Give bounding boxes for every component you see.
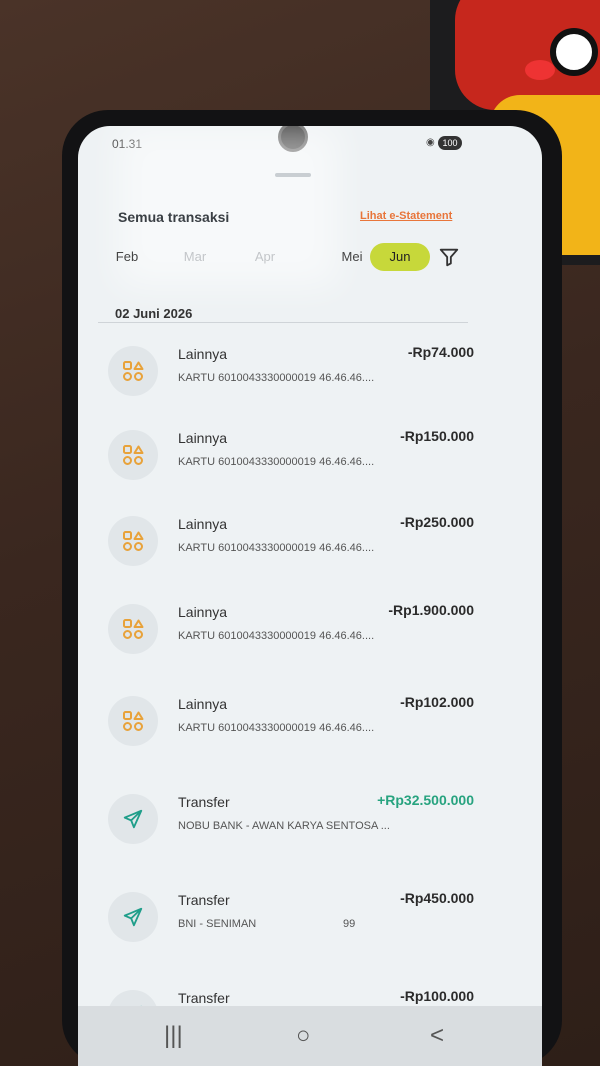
date-section-header: 02 Juni 2026 — [115, 306, 193, 321]
apps-icon — [123, 711, 144, 731]
battery-icon: 100 — [438, 136, 462, 150]
transaction-description: KARTU 6010043330000019 46.46.46.... — [178, 542, 375, 554]
tab-month-jun[interactable]: Jun — [370, 243, 430, 271]
transaction-category: Transfer — [178, 990, 230, 1006]
transaction-category: Lainnya — [178, 430, 228, 446]
transaction-note: 99 — [343, 918, 356, 930]
transaction-category: Lainnya — [178, 604, 228, 620]
system-nav-bar: ||| ○ < — [78, 1006, 542, 1066]
recents-button[interactable]: ||| — [164, 1022, 183, 1050]
apps-icon — [123, 445, 144, 465]
sheet-drag-handle[interactable] — [275, 173, 311, 177]
transaction-row[interactable]: Transfer BNI - SENIMAN 99 -Rp450.000 — [78, 884, 542, 964]
mat-cheek-shape — [525, 60, 555, 80]
transaction-description: KARTU 6010043330000019 46.46.46.... — [178, 722, 375, 734]
transaction-row[interactable]: Lainnya KARTU 6010043330000019 46.46.46.… — [78, 422, 542, 502]
transaction-description: BNI - SENIMAN — [178, 918, 257, 930]
transaction-amount: +Rp32.500.000 — [377, 792, 474, 808]
transaction-description: NOBU BANK - AWAN KARYA SENTOSA ... — [178, 820, 390, 832]
category-icon-circle — [108, 794, 158, 844]
category-icon-circle — [108, 892, 158, 942]
transaction-description: KARTU 6010043330000019 46.46.46.... — [178, 372, 375, 384]
transaction-row[interactable]: Lainnya KARTU 6010043330000019 46.46.46.… — [78, 688, 542, 768]
category-icon-circle — [108, 346, 158, 396]
transaction-category: Lainnya — [178, 696, 228, 712]
tab-month-mar[interactable]: Mar — [166, 243, 224, 271]
send-icon — [123, 809, 143, 829]
category-icon-circle — [108, 604, 158, 654]
category-icon-circle — [108, 696, 158, 746]
e-statement-link[interactable]: Lihat e-Statement — [360, 210, 452, 222]
transaction-amount: -Rp100.000 — [400, 988, 474, 1004]
home-button[interactable]: ○ — [296, 1022, 311, 1050]
apps-icon — [123, 531, 144, 551]
transaction-row[interactable]: Lainnya KARTU 6010043330000019 46.46.46.… — [78, 508, 542, 588]
category-icon-circle — [108, 516, 158, 566]
transaction-amount: -Rp450.000 — [400, 890, 474, 906]
transaction-amount: -Rp102.000 — [400, 694, 474, 710]
transaction-amount: -Rp74.000 — [407, 344, 474, 360]
transaction-amount: -Rp150.000 — [400, 428, 474, 444]
category-icon-circle — [108, 430, 158, 480]
mat-eye-shape — [550, 28, 598, 76]
transaction-category: Transfer — [178, 794, 230, 810]
tab-month-feb[interactable]: Feb — [98, 243, 156, 271]
transaction-category: Lainnya — [178, 346, 228, 362]
transaction-category: Transfer — [178, 892, 230, 908]
apps-icon — [123, 361, 144, 381]
filter-icon[interactable] — [438, 246, 460, 268]
transaction-description: KARTU 6010043330000019 46.46.46.... — [178, 630, 375, 642]
section-divider — [98, 322, 468, 323]
month-tabs: Feb Mar Apr Mei Jun — [98, 243, 478, 273]
transaction-row[interactable]: Lainnya KARTU 6010043330000019 46.46.46.… — [78, 338, 542, 418]
tab-month-apr[interactable]: Apr — [236, 243, 294, 271]
send-icon — [123, 907, 143, 927]
app-screen: 01.31 ◉ ≈ ıll 100 Semua transaksi Lihat … — [78, 126, 542, 1066]
back-button[interactable]: < — [430, 1022, 444, 1050]
transaction-row[interactable]: Lainnya KARTU 6010043330000019 46.46.46.… — [78, 596, 542, 676]
transaction-row[interactable]: Transfer NOBU BANK - AWAN KARYA SENTOSA … — [78, 786, 542, 866]
transaction-category: Lainnya — [178, 516, 228, 532]
transaction-amount: -Rp250.000 — [400, 514, 474, 530]
transaction-description: KARTU 6010043330000019 46.46.46.... — [178, 456, 375, 468]
apps-icon — [123, 619, 144, 639]
page-title: Semua transaksi — [118, 209, 230, 225]
transaction-amount: -Rp1.900.000 — [388, 602, 474, 618]
